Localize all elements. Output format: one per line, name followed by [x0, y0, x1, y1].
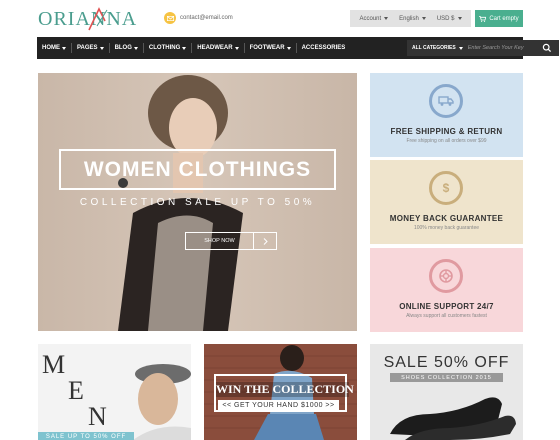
- men-sale-text: SALE UP TO 50% OFF: [38, 432, 134, 440]
- language-dropdown[interactable]: English: [399, 16, 426, 22]
- service-desc: Always support all customers fastest: [406, 313, 487, 319]
- service-money-back[interactable]: $ MONEY BACK GUARANTEE 100% money back g…: [370, 160, 523, 244]
- shoes-banner[interactable]: SALE 50% OFF SHOES COLLECTION 2015: [370, 344, 523, 440]
- language-label: English: [399, 15, 419, 22]
- service-title: MONEY BACK GUARANTEE: [389, 214, 504, 223]
- chevron-down-icon: [421, 17, 426, 20]
- nav-item-home[interactable]: HOME: [37, 43, 72, 53]
- nav-item-footwear[interactable]: FOOTWEAR: [245, 43, 297, 53]
- service-title: ONLINE SUPPORT 24/7: [399, 302, 494, 311]
- men-banner[interactable]: M E N SALE UP TO 50% OFF: [38, 344, 191, 440]
- site-logo[interactable]: ORIANNA: [38, 6, 136, 32]
- nav-item-label: PAGES: [77, 45, 98, 51]
- shop-now-label: SHOP NOW: [186, 233, 254, 249]
- chevron-right-icon: [254, 233, 276, 249]
- service-desc: Free shipping on all orders over $99: [406, 138, 487, 144]
- truck-icon: [429, 84, 463, 118]
- chevron-down-icon: [286, 46, 291, 50]
- nav-item-label: HOME: [42, 45, 60, 51]
- hero-title-box: WOMEN CLOTHINGS: [59, 149, 336, 190]
- currency-dropdown[interactable]: USD $: [437, 16, 462, 22]
- hero-banner[interactable]: WOMEN CLOTHINGS COLLECTION SALE UP TO 50…: [38, 73, 357, 331]
- logo-mark-icon: [88, 7, 108, 31]
- nav-item-headwear[interactable]: HEADWEAR: [192, 43, 245, 53]
- shoes-image: [390, 397, 516, 440]
- svg-text:$: $: [443, 181, 450, 195]
- nav-menu: HOME PAGES BLOG CLOTHING HEADWEAR FOOTWE…: [37, 37, 350, 59]
- nav-item-accessories[interactable]: ACCESSORIES: [297, 43, 351, 53]
- chevron-down-icon: [457, 17, 462, 20]
- category-select[interactable]: ALL CATEGORIES: [407, 45, 468, 51]
- contact-email[interactable]: contact@email.com: [164, 11, 233, 25]
- chevron-down-icon: [182, 46, 187, 50]
- search-bar: ALL CATEGORIES: [407, 40, 559, 56]
- men-letter-e: E: [68, 376, 84, 405]
- chevron-down-icon: [133, 46, 138, 50]
- category-label: ALL CATEGORIES: [412, 45, 456, 51]
- nav-item-blog[interactable]: BLOG: [110, 43, 144, 53]
- main-navbar: HOME PAGES BLOG CLOTHING HEADWEAR FOOTWE…: [37, 37, 559, 59]
- dollar-icon: $: [429, 171, 463, 205]
- service-online-support[interactable]: ONLINE SUPPORT 24/7 Always support all c…: [370, 248, 523, 332]
- nav-item-label: HEADWEAR: [197, 45, 233, 51]
- service-desc: 100% money back guarantee: [413, 225, 480, 231]
- account-dropdown[interactable]: Account: [359, 15, 389, 22]
- chevron-down-icon: [384, 17, 389, 20]
- account-label: Account: [359, 15, 382, 22]
- men-letter-n: N: [88, 402, 107, 431]
- hero-title: WOMEN CLOTHINGS: [83, 157, 312, 181]
- chevron-down-icon: [99, 46, 104, 50]
- service-free-shipping[interactable]: FREE SHIPPING & RETURN Free shipping on …: [370, 73, 523, 157]
- nav-item-label: FOOTWEAR: [249, 45, 285, 51]
- nav-item-label: ACCESSORIES: [301, 45, 346, 51]
- nav-item-clothing[interactable]: CLOTHING: [144, 43, 193, 53]
- chevron-down-icon: [234, 46, 239, 50]
- chevron-down-icon: [62, 46, 66, 50]
- currency-label: USD $: [436, 15, 455, 22]
- nav-item-pages[interactable]: PAGES: [72, 43, 110, 53]
- cart-button[interactable]: Cart empty: [475, 10, 523, 27]
- lifebuoy-icon: [429, 259, 463, 293]
- collection-title: WIN THE COLLECTION: [216, 382, 354, 397]
- service-title: FREE SHIPPING & RETURN: [390, 127, 503, 136]
- collection-banner[interactable]: WIN THE COLLECTION << GET YOUR HAND $100…: [204, 344, 357, 440]
- shop-now-button[interactable]: SHOP NOW: [185, 232, 277, 250]
- mail-icon: [164, 12, 176, 24]
- chevron-down-icon: [458, 46, 463, 50]
- cart-icon: [479, 15, 487, 22]
- nav-item-label: CLOTHING: [148, 45, 181, 51]
- contact-email-text: contact@email.com: [180, 15, 233, 21]
- top-controls: Account English USD $: [350, 10, 471, 27]
- nav-item-label: BLOG: [114, 45, 132, 51]
- search-input[interactable]: [467, 45, 532, 51]
- men-letter-m: M: [42, 350, 66, 379]
- collection-subtitle: << GET YOUR HAND $1000 >>: [218, 400, 339, 411]
- hero-subtitle: COLLECTION SALE UP TO 50%: [79, 197, 316, 208]
- page: ORIANNA contact@email.com Account Englis…: [0, 0, 560, 440]
- shoes-sale-subtitle: SHOES COLLECTION 2015: [390, 373, 503, 382]
- shoes-sale-title: SALE 50% OFF: [383, 354, 510, 371]
- search-icon[interactable]: [542, 43, 552, 53]
- cart-label: Cart empty: [489, 15, 519, 22]
